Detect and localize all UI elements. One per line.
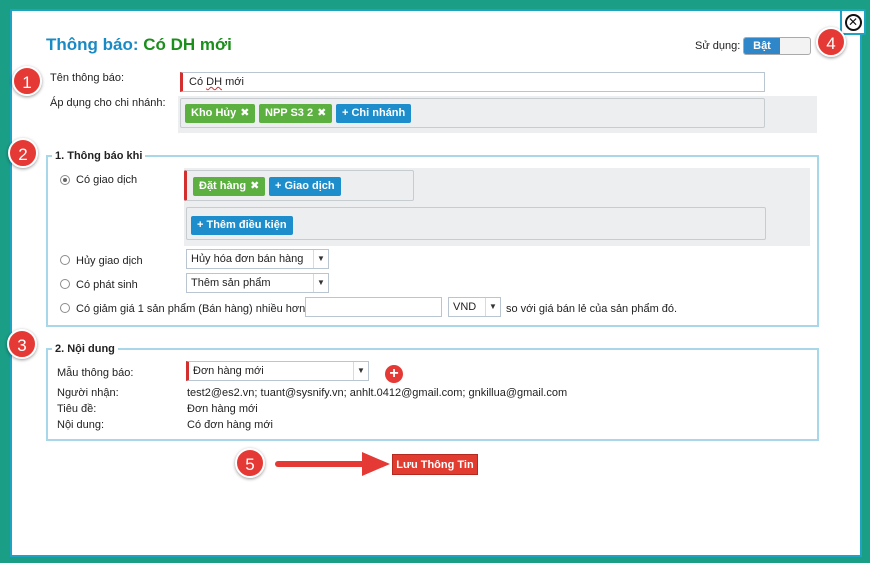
template-label: Mẫu thông báo: bbox=[57, 367, 134, 379]
transaction-tag-label: Đặt hàng bbox=[199, 180, 247, 192]
radio-transaction-label: Có giao dịch bbox=[76, 174, 138, 186]
section-content-legend: 2. Nội dung bbox=[52, 343, 118, 355]
subject-value: Đơn hàng mới bbox=[187, 403, 258, 415]
callout-badge: 3 bbox=[7, 329, 37, 359]
usage-label: Sử dụng: bbox=[695, 40, 741, 52]
radio-cancel[interactable] bbox=[60, 255, 70, 265]
cancel-select-value: Hủy hóa đơn bán hàng bbox=[191, 253, 304, 265]
add-branch-button[interactable]: + Chi nhánh bbox=[336, 104, 412, 123]
radio-arise[interactable] bbox=[60, 279, 70, 289]
callout-badge: 5 bbox=[235, 448, 265, 478]
callout-badge: 1 bbox=[12, 66, 42, 96]
title-prefix: Thông báo: bbox=[46, 35, 139, 54]
template-select-value: Đơn hàng mới bbox=[193, 365, 264, 377]
arrow-right-icon bbox=[275, 452, 390, 476]
add-transaction-button[interactable]: + Giao dịch bbox=[269, 177, 341, 196]
branch-tagbox[interactable]: Kho Hủy ✖ NPP S3 2 ✖ + Chi nhánh bbox=[180, 98, 765, 128]
usage-toggle[interactable]: Bật bbox=[743, 37, 811, 55]
radio-discount-label: Có giảm giá 1 sản phẩm (Bán hàng) nhiều … bbox=[76, 303, 306, 315]
callout-badge: 4 bbox=[816, 27, 846, 57]
radio-arise-label: Có phát sinh bbox=[76, 279, 138, 291]
name-value-underlined: DH bbox=[206, 76, 223, 88]
chevron-down-icon: ▼ bbox=[353, 362, 368, 380]
discount-suffix: so với giá bán lẻ của sản phẩm đó. bbox=[506, 303, 678, 315]
remove-tag-icon[interactable]: ✖ bbox=[240, 107, 249, 119]
template-select[interactable]: Đơn hàng mới ▼ bbox=[186, 361, 369, 381]
recipient-value: test2@es2.vn; tuant@sysnify.vn; anhlt.04… bbox=[187, 387, 568, 399]
branch-tag-label: NPP S3 2 bbox=[265, 107, 314, 119]
close-button[interactable]: ✕ bbox=[840, 9, 866, 35]
branch-tag-label: Kho Hủy bbox=[191, 107, 237, 119]
currency-select[interactable]: VND ▼ bbox=[448, 297, 501, 317]
arise-select-value: Thêm sản phẩm bbox=[191, 277, 271, 289]
cancel-select[interactable]: Hủy hóa đơn bán hàng ▼ bbox=[186, 249, 329, 269]
currency-select-value: VND bbox=[453, 301, 477, 313]
title-highlight: Có DH mới bbox=[143, 35, 232, 54]
chevron-down-icon: ▼ bbox=[485, 298, 500, 316]
remove-tag-icon[interactable]: ✖ bbox=[317, 107, 326, 119]
discount-input[interactable] bbox=[305, 297, 442, 317]
name-value-suffix: mới bbox=[222, 76, 244, 88]
radio-discount[interactable] bbox=[60, 303, 70, 313]
branch-tag: Kho Hủy ✖ bbox=[185, 104, 256, 123]
transaction-tagbox[interactable]: Đặt hàng ✖ + Giao dịch bbox=[184, 170, 414, 201]
arise-select[interactable]: Thêm sản phẩm ▼ bbox=[186, 273, 329, 293]
content-label: Nội dung: bbox=[57, 419, 105, 431]
content-value: Có đơn hàng mới bbox=[187, 419, 273, 431]
condition-box: + Thêm điều kiện bbox=[186, 207, 766, 240]
name-input[interactable]: Có DH mới bbox=[180, 72, 765, 92]
branch-tag: NPP S3 2 ✖ bbox=[259, 104, 333, 123]
radio-cancel-label: Hủy giao dịch bbox=[76, 255, 143, 267]
add-condition-button[interactable]: + Thêm điều kiện bbox=[191, 216, 293, 235]
chevron-down-icon: ▼ bbox=[313, 274, 328, 292]
close-icon: ✕ bbox=[844, 13, 862, 31]
toggle-on-label: Bật bbox=[744, 38, 780, 54]
name-label: Tên thông báo: bbox=[50, 72, 125, 84]
branch-label: Áp dụng cho chi nhánh: bbox=[50, 97, 166, 109]
notification-dialog: Thông báo: Có DH mới ✕ Sử dụng: Bật Tên … bbox=[10, 9, 866, 557]
remove-tag-icon[interactable]: ✖ bbox=[250, 180, 259, 192]
section-trigger-legend: 1. Thông báo khi bbox=[52, 150, 146, 162]
recipient-label: Người nhận: bbox=[57, 387, 119, 399]
chevron-down-icon: ▼ bbox=[313, 250, 328, 268]
radio-transaction[interactable] bbox=[60, 175, 70, 185]
save-button[interactable]: Lưu Thông Tin bbox=[392, 454, 478, 475]
subject-label: Tiêu đề: bbox=[57, 403, 97, 415]
plus-circle-icon[interactable]: + bbox=[385, 365, 403, 383]
callout-badge: 2 bbox=[8, 138, 38, 168]
name-value-prefix: Có bbox=[189, 76, 207, 88]
transaction-tag: Đặt hàng ✖ bbox=[193, 177, 266, 196]
page-title: Thông báo: Có DH mới bbox=[46, 35, 232, 55]
